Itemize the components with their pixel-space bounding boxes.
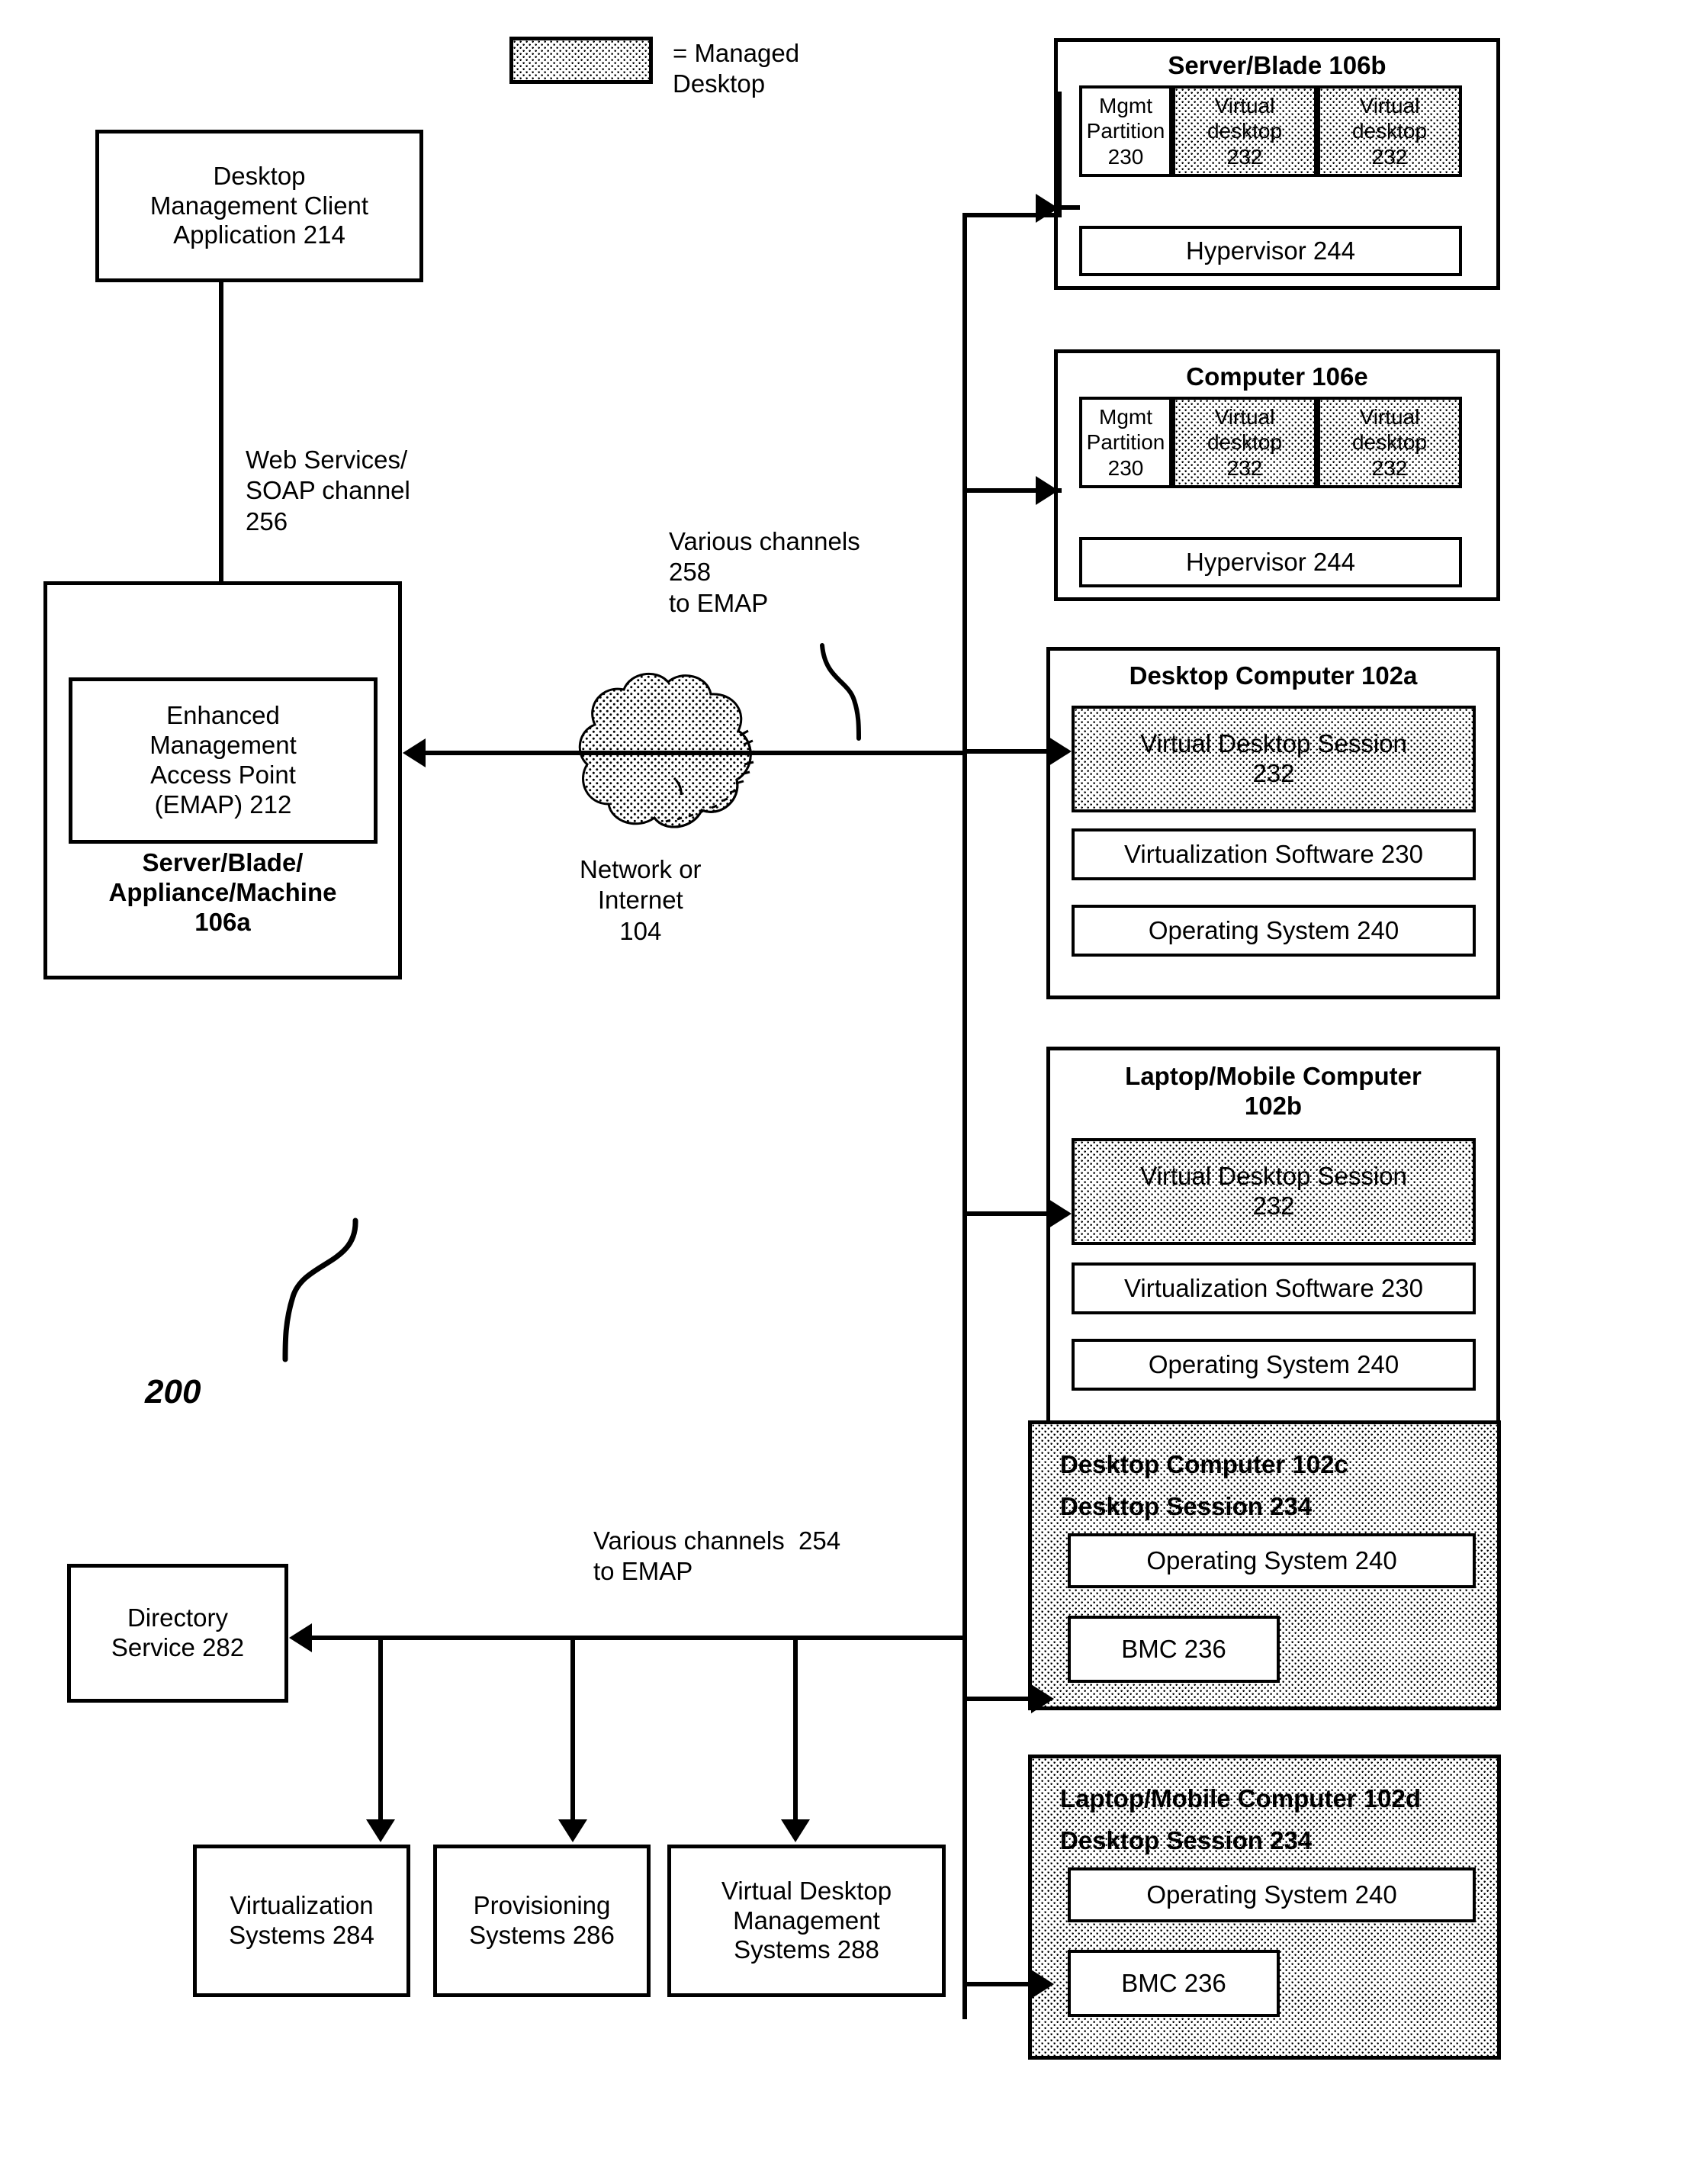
virtualization-software-230-label-102a: Virtualization Software 230	[1072, 828, 1476, 880]
bus-branch-to-106b-stub	[1057, 205, 1080, 210]
bus-arrow-102c	[1031, 1684, 1054, 1713]
operating-system-240-text-102b: Operating System 240	[1148, 1349, 1399, 1378]
hypervisor-244-label-106b: Hypervisor 244	[1079, 226, 1462, 276]
operating-system-240-label-102b: Operating System 240	[1072, 1339, 1476, 1391]
bus-arrow-102b	[1049, 1199, 1072, 1228]
web-services-channel-label: Web Services/ SOAP channel 256	[246, 445, 410, 536]
bus-arrow-102a	[1049, 737, 1072, 766]
computer-106e-title: Computer 106e	[1054, 359, 1500, 395]
provisioning-systems-286-text: Provisioning Systems 286	[469, 1891, 615, 1949]
virtual-desktop-session-232-label-102b: Virtual Desktop Session 232	[1072, 1138, 1476, 1245]
virtualization-systems-284-label: Virtualization Systems 284	[193, 1845, 410, 1997]
hypervisor-244-text-106e: Hypervisor 244	[1186, 547, 1355, 576]
operating-system-240-label-102a: Operating System 240	[1072, 905, 1476, 957]
backend-branch-arrow-2	[558, 1819, 587, 1842]
bus-branch-to-102a	[962, 749, 1054, 754]
laptop-mobile-computer-102b-title-text: Laptop/Mobile Computer 102b	[1125, 1062, 1422, 1120]
figure-number: 200	[145, 1373, 201, 1410]
laptop-mobile-computer-102d-title-line2: Desktop Session 234	[1060, 1826, 1313, 1854]
virtualization-software-230-label-102b: Virtualization Software 230	[1072, 1262, 1476, 1314]
desktop-computer-102c-title-line2: Desktop Session 234	[1060, 1492, 1313, 1520]
patent-figure-200: = Managed Desktop Desktop Management Cli…	[0, 0, 1687, 2184]
bus-arrow-106b	[1036, 194, 1059, 223]
operating-system-240-label-102d: Operating System 240	[1068, 1867, 1476, 1922]
virtual-desktop-management-systems-288-text: Virtual Desktop Management Systems 288	[721, 1876, 892, 1964]
figure-number-leader	[282, 1217, 358, 1362]
mgmt-partition-230-label-106e: Mgmt Partition 230	[1079, 397, 1172, 488]
hypervisor-244-text-106b: Hypervisor 244	[1186, 236, 1355, 265]
backend-branch-line-3	[793, 1636, 798, 1830]
virtualization-systems-284-text: Virtualization Systems 284	[229, 1891, 374, 1949]
desktop-management-client-text: Desktop Management Client Application 21…	[149, 161, 369, 249]
desktop-computer-102a-title-text: Desktop Computer 102a	[1129, 661, 1418, 690]
backend-branch-line-1	[378, 1636, 383, 1830]
virtual-desktop-232-label-106b-2: Virtual desktop 232	[1317, 85, 1462, 177]
bmc-236-label-102d: BMC 236	[1068, 1950, 1280, 2017]
operating-system-240-text-102c: Operating System 240	[1146, 1546, 1397, 1574]
backend-branch-line-2	[570, 1636, 575, 1830]
operating-system-240-label-102c: Operating System 240	[1068, 1533, 1476, 1588]
virtual-desktop-session-232-label-102a: Virtual Desktop Session 232	[1072, 706, 1476, 812]
virtual-desktop-session-232-text-102a: Virtual Desktop Session 232	[1140, 729, 1407, 787]
laptop-mobile-computer-102d-title-line1: Laptop/Mobile Computer 102d	[1060, 1784, 1422, 1812]
legend-text: = Managed Desktop	[673, 39, 800, 98]
operating-system-240-text-102d: Operating System 240	[1146, 1880, 1397, 1909]
server-blade-appliance-106a-text: Server/Blade/ Appliance/Machine 106a	[108, 848, 337, 936]
backend-branch-arrow-1	[366, 1819, 395, 1842]
desktop-computer-102a-title: Desktop Computer 102a	[1046, 658, 1500, 694]
desktop-management-client-label: Desktop Management Client Application 21…	[95, 130, 423, 282]
operating-system-240-text-102a: Operating System 240	[1148, 915, 1399, 944]
bmc-236-label-102c: BMC 236	[1068, 1616, 1280, 1683]
virtual-desktop-session-232-text-102b: Virtual Desktop Session 232	[1140, 1162, 1407, 1220]
computer-106e-title-text: Computer 106e	[1186, 362, 1368, 391]
virtual-desktop-232-text-106e-2: Virtual desktop 232	[1351, 405, 1428, 480]
server-blade-106b-title: Server/Blade 106b	[1054, 47, 1500, 84]
cloud-to-emap-line	[423, 751, 965, 755]
hypervisor-244-label-106e: Hypervisor 244	[1079, 537, 1462, 587]
virtualization-software-230-text-102b: Virtualization Software 230	[1124, 1273, 1423, 1302]
virtual-desktop-232-text-106b-2: Virtual desktop 232	[1351, 94, 1428, 169]
bus-arrow-102d	[1031, 1970, 1054, 1999]
virtual-desktop-232-label-106e-2: Virtual desktop 232	[1317, 397, 1462, 488]
desktop-computer-102c-title-line1: Desktop Computer 102c	[1060, 1450, 1348, 1478]
server-blade-106b-title-text: Server/Blade 106b	[1168, 50, 1387, 79]
bus-branch-to-102c	[962, 1697, 1039, 1701]
virtual-desktop-232-label-106b-1: Virtual desktop 232	[1172, 85, 1317, 177]
managed-desktop-swatch	[509, 37, 653, 84]
laptop-mobile-computer-102b-title: Laptop/Mobile Computer 102b	[1046, 1057, 1500, 1126]
mgmt-partition-230-label-106b: Mgmt Partition 230	[1079, 85, 1172, 177]
cloud-to-emap-arrowhead	[403, 738, 426, 767]
provisioning-systems-286-label: Provisioning Systems 286	[433, 1845, 651, 1997]
bus-branch-to-102d	[962, 1982, 1039, 1986]
virtual-desktop-232-label-106e-1: Virtual desktop 232	[1172, 397, 1317, 488]
virtualization-software-230-text-102a: Virtualization Software 230	[1124, 839, 1423, 868]
bus-arrow-106e	[1036, 476, 1059, 505]
various-channels-258-label: Various channels 258 to EMAP	[669, 527, 860, 617]
virtual-desktop-232-text-106e-1: Virtual desktop 232	[1207, 405, 1283, 480]
mgmt-partition-230-text-106b: Mgmt Partition 230	[1086, 94, 1165, 169]
right-bus-vertical-line	[962, 215, 967, 2019]
bmc-236-text-102d: BMC 236	[1121, 1968, 1226, 1997]
bus-branch-to-102b	[962, 1211, 1054, 1216]
backend-bus-horizontal	[310, 1636, 966, 1640]
mgmt-partition-230-text-106e: Mgmt Partition 230	[1086, 405, 1165, 480]
various-channels-254-label: Various channels 254 to EMAP	[593, 1526, 841, 1586]
directory-service-arrowhead	[289, 1623, 312, 1652]
emap-text: Enhanced Management Access Point (EMAP) …	[149, 701, 297, 819]
various-channels-258-leader	[820, 643, 861, 741]
virtual-desktop-232-text-106b-1: Virtual desktop 232	[1207, 94, 1283, 169]
emap-label: Enhanced Management Access Point (EMAP) …	[69, 677, 378, 844]
network-label: Network or Internet 104	[580, 855, 702, 945]
directory-service-282-label: Directory Service 282	[67, 1564, 288, 1703]
bmc-236-text-102c: BMC 236	[1121, 1634, 1226, 1663]
backend-branch-arrow-3	[781, 1819, 810, 1842]
directory-service-282-text: Directory Service 282	[111, 1603, 245, 1661]
server-blade-appliance-106a-label: Server/Blade/ Appliance/Machine 106a	[46, 848, 400, 967]
virtual-desktop-management-systems-288-label: Virtual Desktop Management Systems 288	[667, 1845, 946, 1997]
